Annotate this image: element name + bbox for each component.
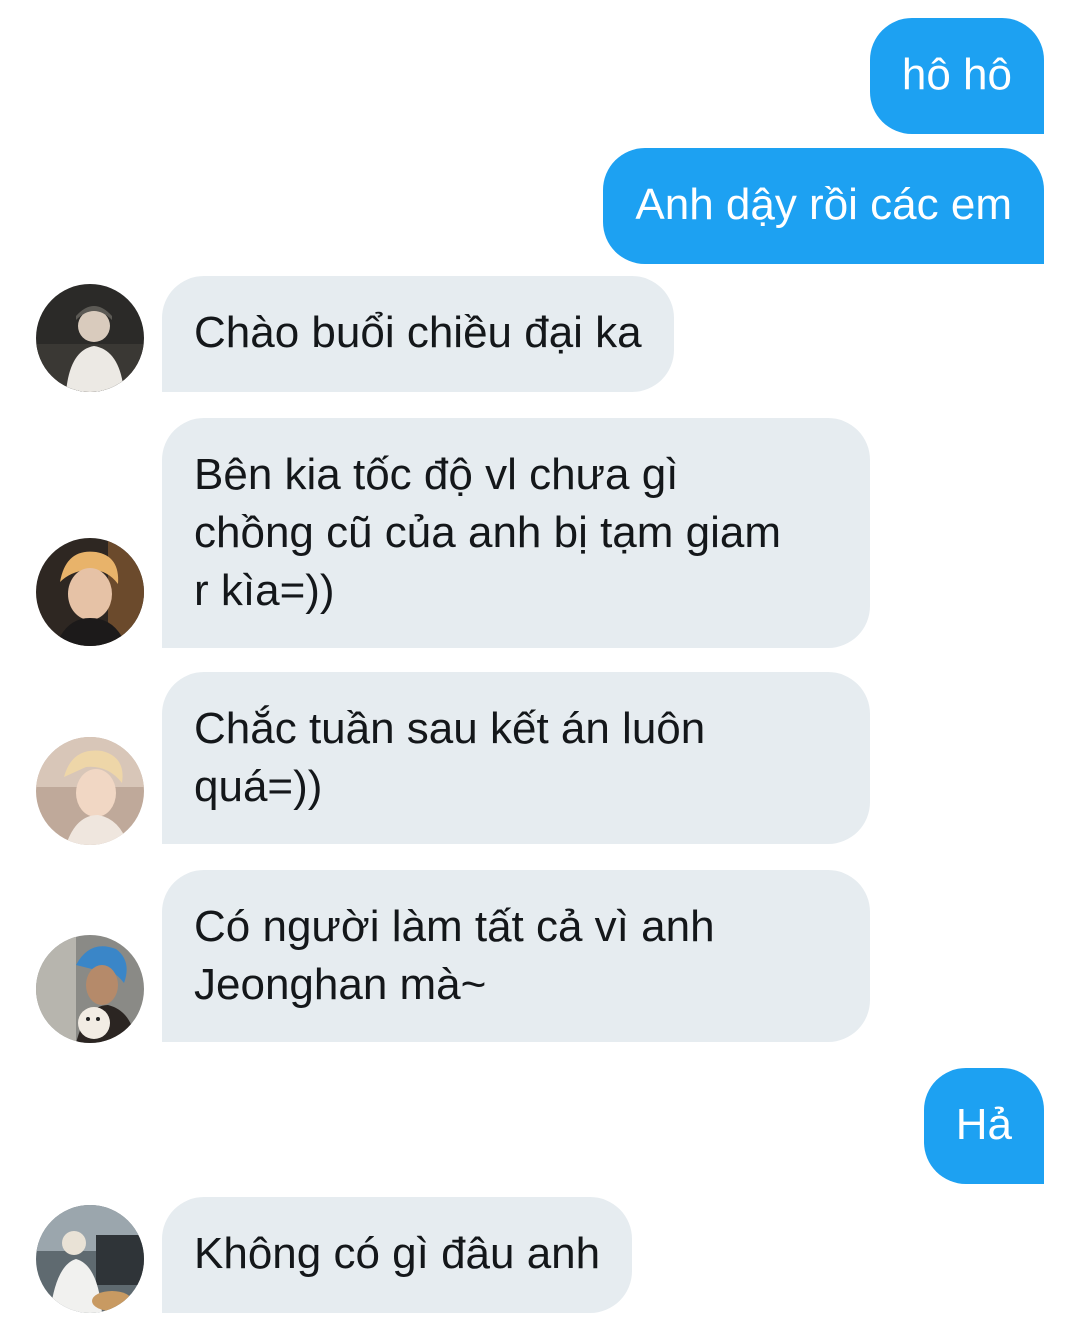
- message-bubble-incoming[interactable]: Chào buổi chiều đại ka: [162, 276, 674, 392]
- avatar[interactable]: [36, 1205, 144, 1313]
- avatar[interactable]: [36, 284, 144, 392]
- avatar[interactable]: [36, 538, 144, 646]
- message-bubble-incoming[interactable]: Có người làm tất cả vì anh Jeonghan mà~: [162, 870, 870, 1042]
- message-bubble-outgoing[interactable]: hô hô: [869, 18, 1044, 134]
- message-bubble-incoming[interactable]: Bên kia tốc độ vl chưa gì chồng cũ của a…: [162, 418, 870, 648]
- message-bubble-incoming[interactable]: Chắc tuần sau kết án luôn quá=)): [162, 672, 870, 844]
- message-bubble-incoming[interactable]: Không có gì đâu anh: [162, 1197, 633, 1313]
- message-bubble-outgoing[interactable]: Anh dậy rồi các em: [603, 148, 1044, 264]
- avatar[interactable]: [36, 935, 144, 1043]
- message-bubble-outgoing[interactable]: Hả: [923, 1068, 1044, 1184]
- avatar[interactable]: [36, 737, 144, 845]
